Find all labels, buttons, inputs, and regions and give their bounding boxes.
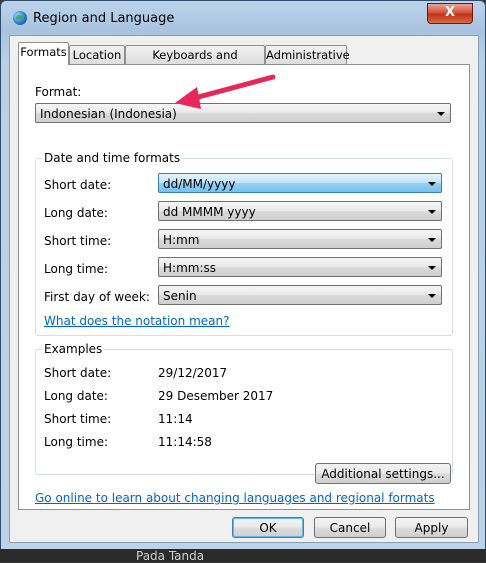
background-text: Pada Tanda <box>136 549 205 563</box>
dialog-window: Region and Language X Formats Location K… <box>0 0 486 550</box>
annotation-arrow-shaft <box>188 74 276 102</box>
annotation-arrow-head <box>175 87 201 109</box>
annotation-arrow <box>175 74 276 109</box>
tab-formats[interactable]: Formats <box>18 42 69 65</box>
background-window-strip <box>0 549 486 562</box>
